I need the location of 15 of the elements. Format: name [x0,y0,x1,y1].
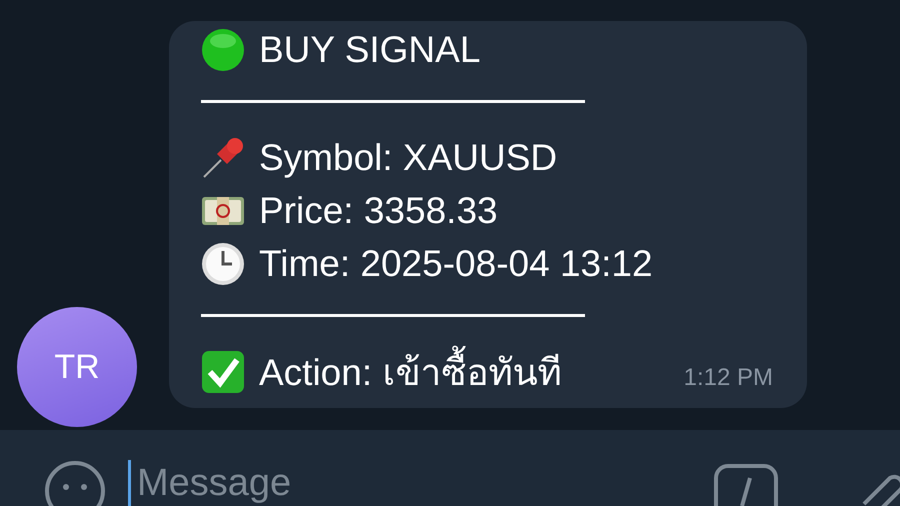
message-text: Price: 3358.33 [259,190,498,232]
message-input[interactable]: Message [128,460,692,506]
emoji-button[interactable] [44,460,106,506]
clock-icon [201,242,245,286]
message-text: BUY SIGNAL [259,28,480,70]
message-text: Symbol: XAUUSD [259,136,558,178]
checkmark-icon [201,350,245,394]
message-text: Time: 2025-08-04 13:12 [259,242,653,284]
message-text: Action: เข้าซื้อทันที [259,342,562,401]
message-time: 1:12 PM [684,364,773,392]
command-button[interactable] [714,464,778,506]
avatar[interactable]: TR [17,307,137,427]
pushpin-icon [201,136,245,180]
circle-icon [201,28,245,72]
composer-bar[interactable]: Message [0,430,900,506]
